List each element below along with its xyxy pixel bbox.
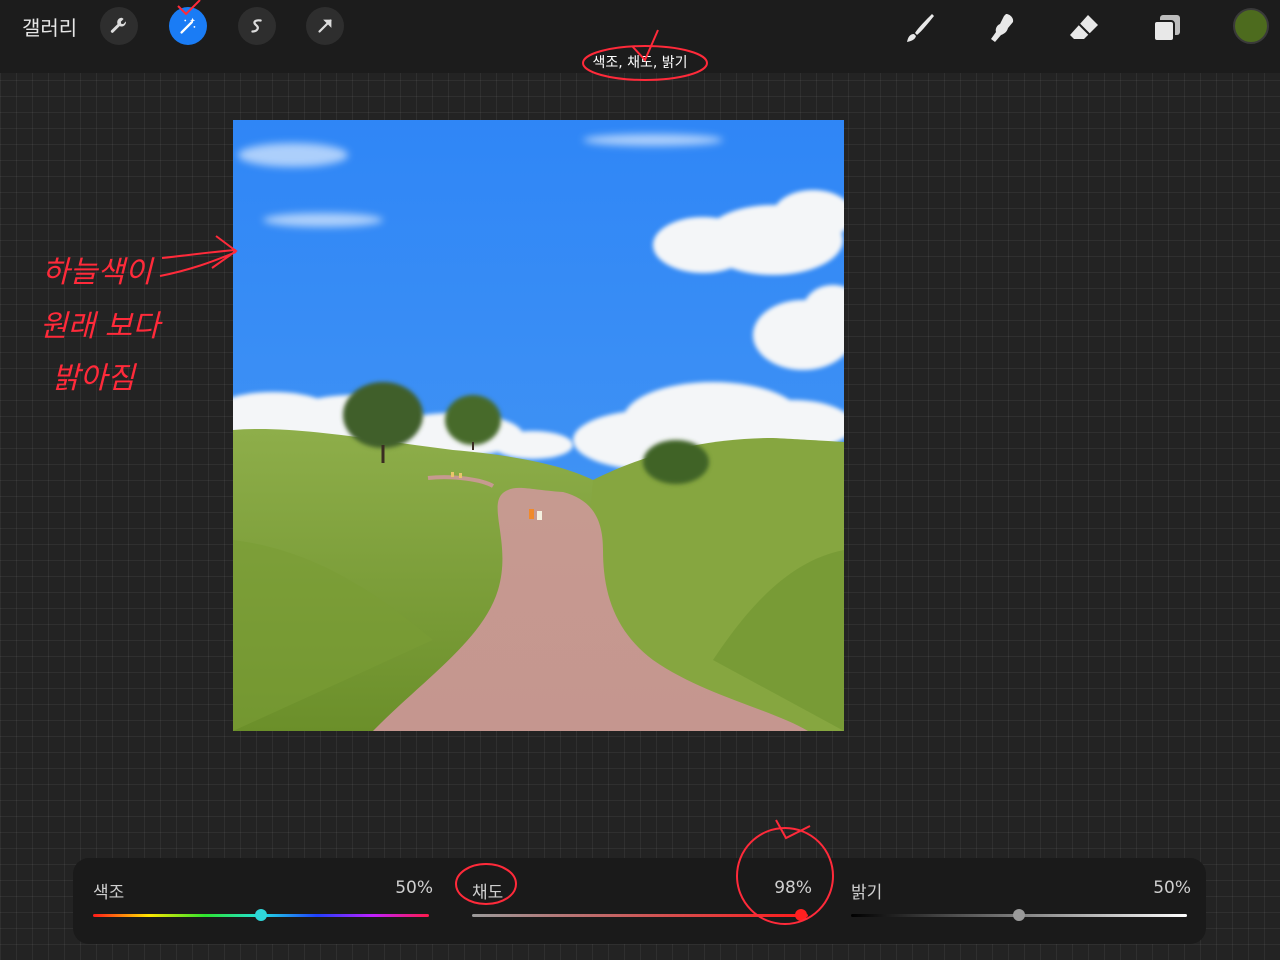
magic-wand-icon[interactable] bbox=[169, 7, 207, 45]
annotation-line-3: 밝아짐 bbox=[52, 361, 137, 396]
saturation-slider-knob[interactable] bbox=[795, 909, 808, 921]
annotation-line-1: 하늘색이 bbox=[42, 255, 155, 290]
brightness-slider-group: 밝기 50% bbox=[851, 858, 1191, 944]
hsb-adjustment-panel: 색조 50% 채도 98% 밝기 50% bbox=[73, 858, 1206, 944]
brightness-value: 50% bbox=[1153, 878, 1191, 898]
current-color-swatch[interactable] bbox=[1233, 8, 1269, 44]
adjustment-mode-label: 색조, 채도, 밝기 bbox=[592, 55, 688, 71]
layers-icon[interactable] bbox=[1147, 8, 1187, 48]
saturation-value: 98% bbox=[774, 878, 812, 898]
saturation-slider-group: 채도 98% bbox=[472, 858, 812, 944]
hue-slider-knob[interactable] bbox=[255, 909, 267, 921]
hue-slider-group: 색조 50% bbox=[93, 858, 433, 944]
checkmark-annotation bbox=[775, 819, 811, 840]
gallery-button[interactable]: 갤러리 bbox=[22, 12, 77, 41]
brightness-slider-knob[interactable] bbox=[1013, 909, 1025, 921]
eraser-icon[interactable] bbox=[1064, 8, 1104, 48]
wrench-icon[interactable] bbox=[100, 7, 138, 45]
arrow-annotation bbox=[159, 235, 238, 277]
hue-value: 50% bbox=[395, 878, 433, 898]
saturation-slider-track[interactable] bbox=[472, 914, 808, 917]
smudge-icon[interactable] bbox=[982, 8, 1022, 48]
selection-icon[interactable] bbox=[238, 7, 276, 45]
transform-arrow-icon[interactable] bbox=[306, 7, 344, 45]
landscape-painting bbox=[233, 120, 844, 731]
brightness-label: 밝기 bbox=[851, 883, 883, 903]
hue-label: 색조 bbox=[93, 883, 125, 903]
brush-icon[interactable] bbox=[900, 8, 940, 48]
saturation-label: 채도 bbox=[472, 883, 504, 903]
artwork-canvas[interactable] bbox=[233, 120, 844, 731]
annotation-line-2: 원래 보다 bbox=[40, 309, 163, 344]
top-toolbar: 갤러리 색조, 채도, 밝기 bbox=[0, 0, 1280, 73]
